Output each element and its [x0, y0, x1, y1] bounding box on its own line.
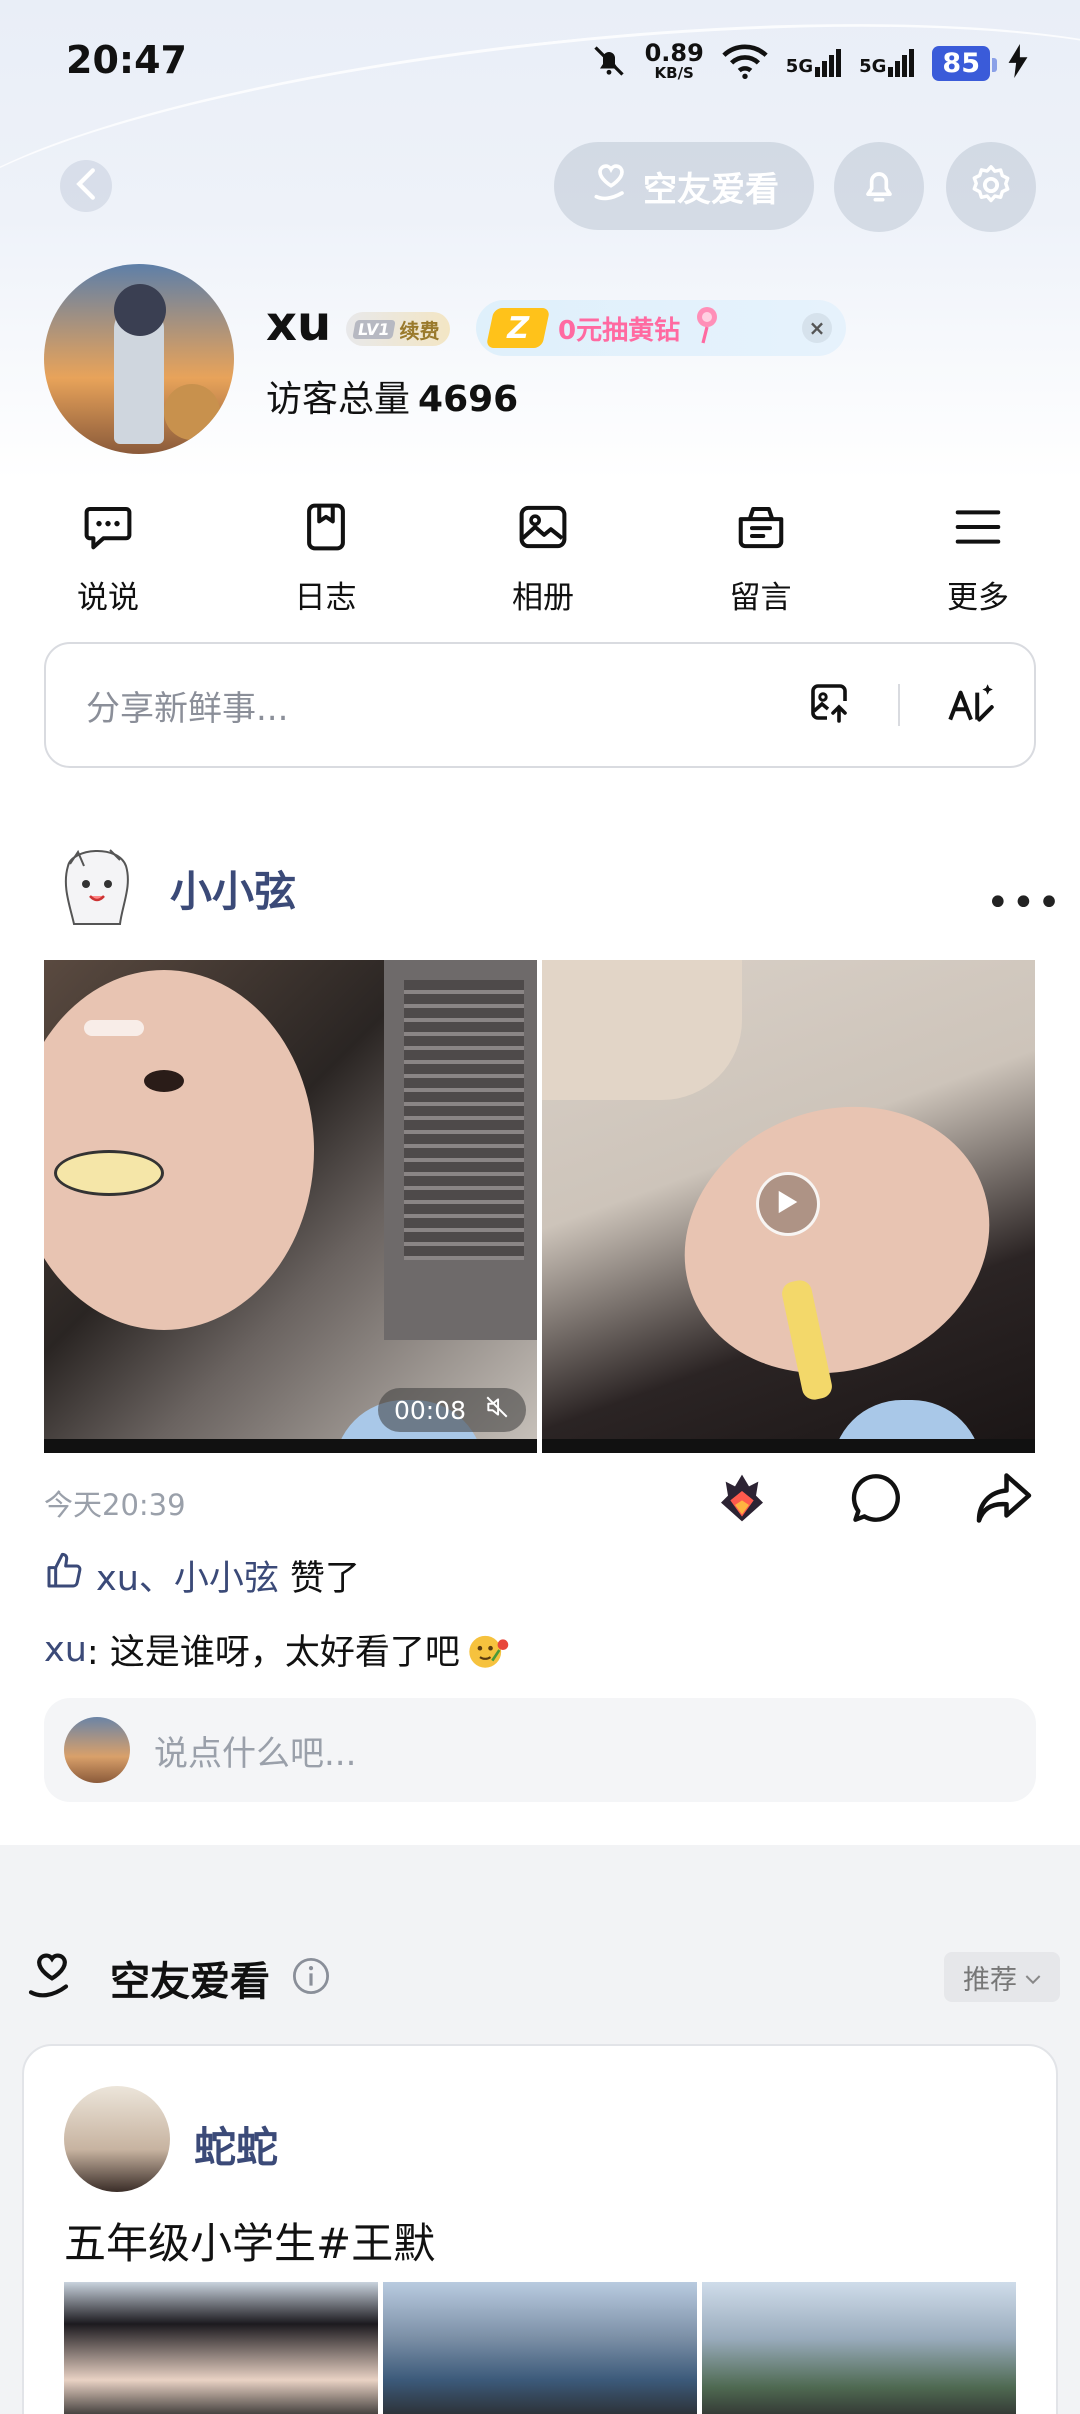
renew-label: 续费: [399, 318, 440, 343]
notification-button[interactable]: [834, 142, 924, 232]
promo-banner[interactable]: Z 0元抽黄钻 ×: [476, 300, 846, 356]
signal-1-icon: 5G: [785, 49, 842, 77]
post-media-1[interactable]: [44, 960, 537, 1453]
nav-rizhi[interactable]: 日志: [258, 500, 394, 620]
kongyou-section-header: 空友爱看: [24, 1948, 332, 2008]
reply-placeholder: 说点什么吧...: [154, 1733, 357, 1774]
level-label: LV1: [352, 319, 396, 339]
video-play-button[interactable]: [756, 1172, 820, 1236]
chat-bubble-icon: [80, 500, 136, 558]
bell-icon: [857, 163, 901, 211]
flame-gem-icon: [714, 1470, 770, 1530]
yellow-diamond-logo: Z: [485, 308, 551, 348]
nav-liuyan-label: 留言: [729, 580, 792, 616]
menu-icon: [950, 500, 1006, 558]
rose-emoji-icon: [464, 1630, 510, 1670]
post-likes[interactable]: xu、小小弦 赞了: [44, 1550, 360, 1601]
nav-more-label: 更多: [947, 580, 1009, 616]
comment-button[interactable]: [846, 1470, 906, 1530]
status-icons: 0.89 KB/S 5G 5G 85: [591, 38, 1028, 88]
gift-button[interactable]: [712, 1470, 772, 1530]
chevron-left-icon: [75, 167, 97, 205]
likes-names[interactable]: xu、小小弦: [96, 1559, 279, 1599]
post-more-button[interactable]: •••: [986, 880, 1063, 926]
visitor-count[interactable]: 访客总量 4696: [266, 370, 518, 422]
bookmark-icon: [298, 500, 354, 558]
settings-button[interactable]: [946, 142, 1036, 232]
post-author-name[interactable]: 小小弦: [170, 858, 296, 919]
nav-rizhi-label: 日志: [294, 580, 357, 616]
chevron-down-icon: [1025, 1962, 1041, 1993]
comment-text: : 这是谁呀，太好看了吧: [86, 1633, 460, 1673]
post-timestamp: 今天20:39: [44, 1488, 186, 1522]
promo-close-button[interactable]: ×: [802, 313, 832, 343]
card-image-2[interactable]: [383, 2282, 697, 2414]
nav-shuoshuo[interactable]: 说说: [40, 500, 176, 620]
heart-person-icon: [24, 1948, 80, 2008]
upload-image-icon[interactable]: [804, 679, 854, 731]
post-author-avatar[interactable]: [50, 836, 142, 928]
promo-text: 0元抽黄钻: [558, 315, 681, 346]
back-button[interactable]: [60, 160, 112, 212]
lollipop-icon: [692, 305, 722, 352]
comment-icon: [847, 1469, 905, 1531]
nav-xiangce-label: 相册: [512, 580, 574, 616]
card-image-1[interactable]: [64, 2282, 378, 2414]
signal-2-label: 5G: [859, 56, 887, 77]
message-bag-icon: [733, 500, 789, 558]
share-arrow-icon: [974, 1470, 1034, 1530]
nav-liuyan[interactable]: 留言: [693, 500, 829, 620]
visitor-count-label: 访客总量: [266, 379, 411, 420]
battery-indicator: 85: [932, 45, 997, 81]
comment-author[interactable]: xu: [44, 1630, 87, 1670]
profile-username[interactable]: xu: [266, 296, 331, 352]
heart-person-icon: [589, 160, 633, 213]
gear-icon: [968, 162, 1014, 212]
kongyou-aikan-label: 空友爱看: [643, 169, 779, 210]
likes-suffix: 赞了: [290, 1559, 361, 1599]
vip-level-badge[interactable]: LV1 续费: [346, 312, 450, 346]
card-image-3[interactable]: [702, 2282, 1016, 2414]
profile-avatar[interactable]: [44, 264, 234, 454]
reply-input[interactable]: 说点什么吧...: [44, 1698, 1036, 1802]
my-avatar: [64, 1717, 130, 1783]
network-speed: 0.89 KB/S: [645, 41, 704, 83]
signal-1-label: 5G: [785, 56, 814, 77]
share-placeholder: 分享新鲜事...: [86, 688, 289, 729]
nav-xiangce[interactable]: 相册: [475, 500, 611, 620]
image-icon: [515, 500, 571, 558]
wifi-icon: [722, 43, 768, 83]
card-text: 五年级小学生#王默: [64, 2219, 436, 2268]
post-comment[interactable]: xu: 这是谁呀，太好看了吧: [44, 1624, 510, 1675]
share-divider: [898, 684, 900, 726]
status-time: 20:47: [66, 38, 187, 82]
nav-more[interactable]: 更多: [910, 500, 1046, 620]
kongyou-aikan-button[interactable]: 空友爱看: [554, 142, 814, 230]
share-button[interactable]: [974, 1470, 1034, 1530]
ai-magic-icon[interactable]: [944, 678, 998, 732]
nav-shuoshuo-label: 说说: [77, 580, 139, 616]
thumbs-up-icon: [44, 1551, 84, 1600]
card-author-name[interactable]: 蛇蛇: [194, 2114, 278, 2175]
recommend-filter-label: 推荐: [963, 1964, 1017, 1996]
share-input-box[interactable]: 分享新鲜事...: [44, 642, 1036, 768]
play-icon: [776, 1189, 800, 1219]
post-media-2[interactable]: [542, 960, 1035, 1453]
mute-bell-icon: [591, 43, 627, 83]
visitor-count-value: 4696: [418, 379, 519, 420]
card-author-avatar[interactable]: [64, 2086, 170, 2192]
charging-icon: [1008, 44, 1028, 82]
quick-nav: 说说 日志 相册 留言 更多: [0, 500, 1080, 620]
info-icon[interactable]: [290, 1955, 332, 2001]
signal-2-icon: 5G: [859, 49, 915, 77]
kongyou-section-title: 空友爱看: [110, 1959, 270, 2005]
recommend-filter-dropdown[interactable]: 推荐: [944, 1952, 1060, 2002]
